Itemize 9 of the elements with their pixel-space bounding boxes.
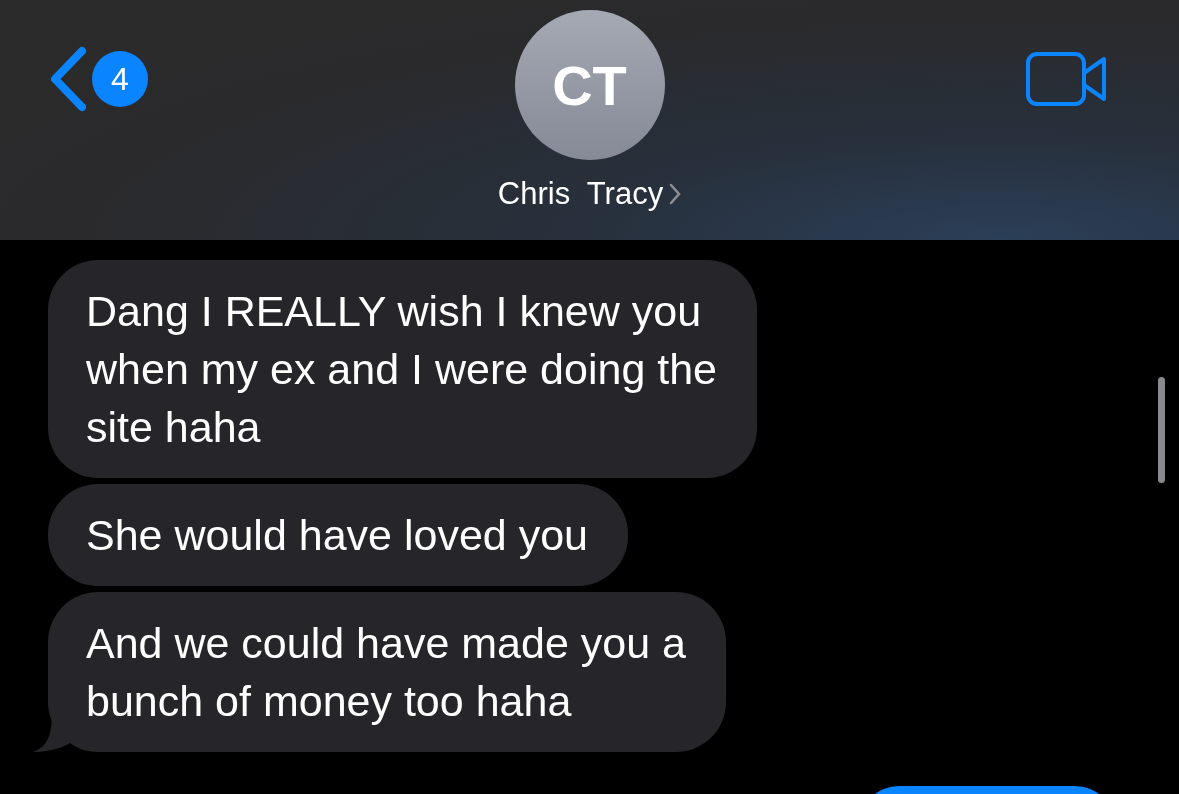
message-bubble: Dang I REALLY wish I knew you when my ex and I were doing the site haha [48,260,758,478]
back-button[interactable]: 4 [48,46,148,112]
unread-badge: 4 [92,51,148,107]
contact-name[interactable]: Chris Tracy [497,176,682,212]
message-bubble: She would have loved you [48,484,629,586]
back-chevron-icon [48,46,88,112]
contact-avatar[interactable]: CT [514,10,665,160]
chevron-icon [669,183,682,205]
video-camera-icon[interactable] [1026,52,1108,106]
